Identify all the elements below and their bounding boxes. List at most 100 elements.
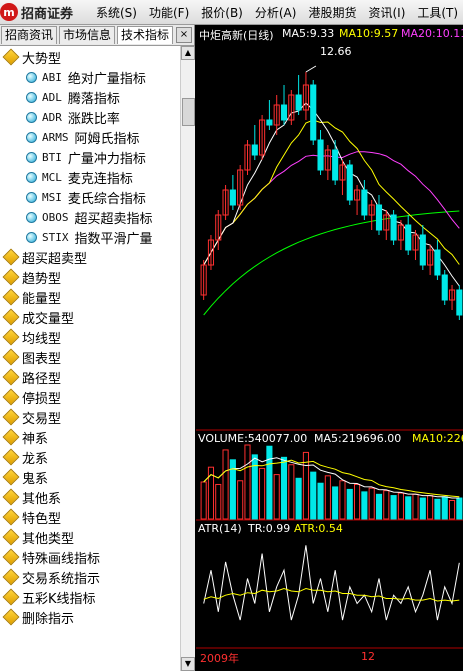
date-year-label: 2009年 <box>200 652 239 665</box>
indicator-category[interactable]: 超买超卖型 <box>2 247 88 267</box>
chart-canvas <box>196 65 463 649</box>
tab-technical-indicators[interactable]: 技术指标 <box>117 26 174 44</box>
volume-bar <box>383 490 390 520</box>
scroll-up-icon[interactable]: ▲ <box>181 46 195 60</box>
indicator-category[interactable]: 神系 <box>2 427 48 447</box>
volume-bar <box>361 491 368 520</box>
category-icon <box>2 268 20 286</box>
volume-bar <box>259 467 266 520</box>
kline-chart[interactable]: 中炬高新(日线) MA5:9.33 MA10:9.57 MA20:10.11 1… <box>196 25 463 671</box>
volume-bar <box>317 482 324 520</box>
menu-tools[interactable]: 工具(T) <box>417 4 458 21</box>
category-label: 特殊画线指标 <box>22 551 101 567</box>
candle-body <box>419 234 426 266</box>
indicator-category[interactable]: 其他系 <box>2 487 61 507</box>
menu-quote[interactable]: 报价(B) <box>201 4 243 21</box>
volume-ma5-label: MA5:219696.00 <box>314 432 402 445</box>
indicator-category[interactable]: 交易系统指示 <box>2 567 100 587</box>
indicator-item[interactable]: ADL 腾落指标 <box>24 87 120 107</box>
scroll-down-icon[interactable]: ▼ <box>181 657 195 671</box>
menu-hk-futures[interactable]: 港股期货 <box>308 4 356 21</box>
indicator-item[interactable]: OBOS 超买超卖指标 <box>24 207 153 227</box>
indicator-panel: 招商资讯 市场信息 技术指标 × 大势型 ABI 绝对广量指标 ADL 腾落指标 ADR 涨… <box>0 25 195 671</box>
category-icon <box>2 548 20 566</box>
indicator-label: 麦氏综合指标 <box>67 191 146 207</box>
menu-function[interactable]: 功能(F) <box>149 4 189 21</box>
indicator-category[interactable]: 删除指示 <box>2 607 74 627</box>
tree-scrollbar[interactable]: ▲ ▼ <box>180 46 195 671</box>
volume-bar <box>390 495 397 520</box>
menu-system[interactable]: 系统(S) <box>96 4 137 21</box>
category-label: 图表型 <box>22 351 62 367</box>
indicator-item[interactable]: MCL 麦克连指标 <box>24 167 133 187</box>
volume-bar <box>222 449 229 520</box>
candle-body <box>375 204 383 231</box>
indicator-label: 广量冲力指标 <box>67 151 146 167</box>
volume-bar <box>397 492 404 520</box>
indicator-category[interactable]: 路径型 <box>2 367 62 387</box>
indicator-code: BTI <box>42 150 62 164</box>
scroll-thumb[interactable] <box>182 98 195 126</box>
candle-body <box>441 274 448 301</box>
indicator-icon <box>24 90 38 104</box>
category-icon <box>2 408 20 426</box>
indicator-item[interactable]: MSI 麦氏综合指标 <box>24 187 146 207</box>
indicator-category[interactable]: 图表型 <box>2 347 62 367</box>
category-label: 鬼系 <box>22 471 49 487</box>
tr-line <box>203 545 460 621</box>
category-label: 路径型 <box>22 371 62 387</box>
category-label: 大势型 <box>22 51 62 67</box>
tab-market-info[interactable]: 市场信息 <box>59 26 116 44</box>
category-icon <box>2 388 20 406</box>
indicator-category[interactable]: 特殊画线指标 <box>2 547 101 567</box>
category-label: 五彩K线指标 <box>22 591 96 607</box>
candle-body <box>390 214 397 241</box>
close-icon[interactable]: × <box>176 27 192 43</box>
indicator-category[interactable]: 交易型 <box>2 407 61 427</box>
indicator-icon <box>24 230 38 244</box>
indicator-category[interactable]: 其他类型 <box>2 527 74 547</box>
category-label: 趋势型 <box>22 271 62 287</box>
indicator-category[interactable]: 均线型 <box>2 327 61 347</box>
indicator-tree: 大势型 ABI 绝对广量指标 ADL 腾落指标 ADR 涨跌比率 ARMS 阿姆氏指标 BTI 广量… <box>0 46 180 671</box>
volume-bar <box>434 498 441 520</box>
indicator-item[interactable]: BTI 广量冲力指标 <box>24 147 146 167</box>
indicator-category[interactable]: 大势型 <box>2 47 62 67</box>
indicator-icon <box>24 190 38 204</box>
volume-bar <box>215 483 222 520</box>
category-icon <box>2 468 20 486</box>
indicator-category[interactable]: 趋势型 <box>2 267 62 287</box>
indicator-item[interactable]: STIX 指数平滑广量 <box>24 227 153 247</box>
indicator-code: STIX <box>42 230 69 244</box>
menu-analysis[interactable]: 分析(A) <box>255 4 297 21</box>
indicator-item[interactable]: ARMS 阿姆氏指标 <box>24 127 140 147</box>
volume-bar <box>332 486 339 520</box>
ma20-label: MA20:10.11 <box>401 27 463 40</box>
atr-label: ATR(14) <box>198 522 242 535</box>
volume-bar <box>288 464 295 520</box>
volume-bar <box>441 496 448 520</box>
indicator-label: 指数平滑广量 <box>74 231 153 247</box>
volume-bar <box>405 496 412 520</box>
indicator-category[interactable]: 龙系 <box>2 447 48 467</box>
category-label: 能量型 <box>22 291 62 307</box>
indicator-category[interactable]: 鬼系 <box>2 467 49 487</box>
indicator-category[interactable]: 特色型 <box>2 507 61 527</box>
indicator-category[interactable]: 五彩K线指标 <box>2 587 96 607</box>
indicator-item[interactable]: ABI 绝对广量指标 <box>24 67 146 87</box>
indicator-category[interactable]: 停损型 <box>2 387 61 407</box>
panel-tabs: 招商资讯 市场信息 技术指标 × <box>0 25 194 46</box>
category-label: 超买超卖型 <box>22 251 88 267</box>
menu-info[interactable]: 资讯(I) <box>368 4 405 21</box>
volume-bar <box>354 483 361 520</box>
menu-items: 系统(S) 功能(F) 报价(B) 分析(A) 港股期货 资讯(I) 工具(T) <box>96 4 463 21</box>
indicator-item[interactable]: ADR 涨跌比率 <box>24 107 120 127</box>
tab-cms-news[interactable]: 招商资讯 <box>1 26 58 44</box>
indicator-category[interactable]: 能量型 <box>2 287 62 307</box>
category-icon <box>2 488 20 506</box>
indicator-category[interactable]: 成交量型 <box>2 307 74 327</box>
candle-body <box>456 289 463 316</box>
candle-body <box>280 104 288 121</box>
candle-body <box>346 164 353 201</box>
candle-body <box>332 149 339 181</box>
